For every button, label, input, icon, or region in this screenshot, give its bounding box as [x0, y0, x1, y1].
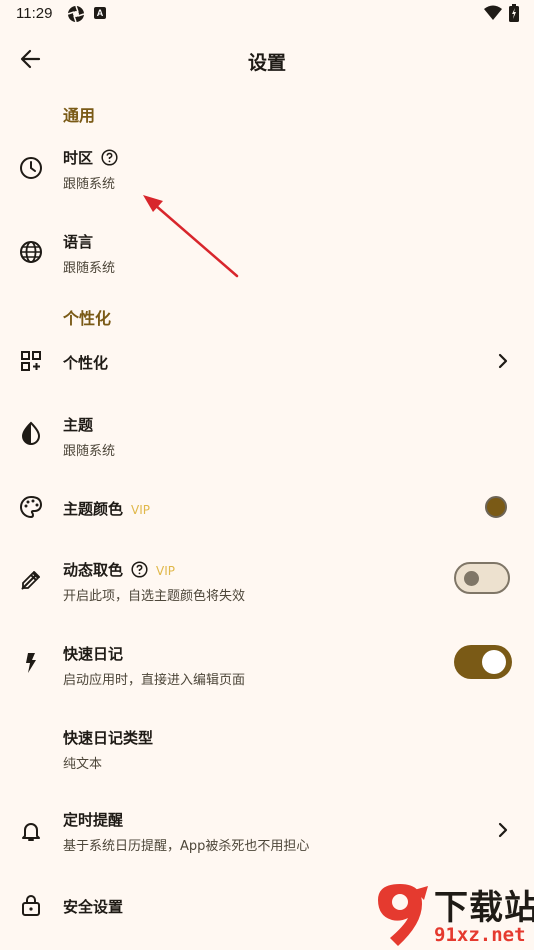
- settings-row-timezone[interactable]: 时区 跟随系统: [0, 140, 534, 198]
- quick-diary-toggle[interactable]: [454, 645, 512, 679]
- contrast-drop-icon: [19, 421, 43, 445]
- section-header-personalize: 个性化: [63, 309, 112, 328]
- row-subtitle-timezone: 跟随系统: [63, 177, 116, 192]
- watermark-text: 下载站: [434, 888, 534, 928]
- settings-row-quick-diary[interactable]: 快速日记 启动应用时，直接进入编辑页面: [0, 636, 534, 694]
- toggle-knob: [482, 650, 506, 674]
- row-title-quick-diary-type: 快速日记类型: [63, 729, 154, 747]
- palette-icon: [19, 495, 43, 519]
- chevron-right-icon: [496, 821, 510, 839]
- row-title-reminder: 定时提醒: [63, 811, 124, 829]
- settings-row-theme-color[interactable]: 主题颜色 VIP: [0, 486, 534, 530]
- watermark: 下载站 91xz.net: [370, 880, 534, 950]
- row-subtitle-reminder: 基于系统日历提醒，App被杀死也不用担心: [63, 839, 310, 854]
- widgets-icon: [19, 349, 43, 373]
- flash-icon: [19, 651, 43, 675]
- settings-row-dynamic-color[interactable]: 动态取色 VIP 开启此项，自选主题颜色将失效: [0, 552, 534, 610]
- aperture-icon: [67, 5, 85, 27]
- row-title-security: 安全设置: [63, 898, 124, 916]
- app-bar: 设置: [0, 36, 534, 82]
- vip-badge: VIP: [131, 503, 150, 517]
- row-subtitle-quick-diary-type: 纯文本: [63, 757, 103, 772]
- globe-icon: [19, 240, 43, 264]
- a-badge-icon: A: [94, 7, 106, 19]
- watermark-logo-icon: [378, 884, 428, 946]
- row-title-timezone: 时区: [63, 147, 118, 170]
- watermark-url: 91xz.net: [434, 924, 526, 946]
- theme-color-swatch[interactable]: [485, 496, 507, 518]
- status-bar: 11:29 A: [0, 0, 534, 28]
- row-subtitle-theme: 跟随系统: [63, 444, 116, 459]
- row-title-personalize: 个性化: [63, 354, 109, 372]
- row-subtitle-language: 跟随系统: [63, 261, 116, 276]
- row-subtitle-quick-diary: 启动应用时，直接进入编辑页面: [63, 673, 246, 688]
- help-icon[interactable]: [131, 561, 148, 582]
- settings-row-theme[interactable]: 主题 跟随系统: [0, 408, 534, 466]
- settings-row-personalize[interactable]: 个性化: [0, 338, 534, 386]
- wifi-icon: [484, 5, 502, 25]
- dynamic-color-toggle[interactable]: [454, 562, 510, 594]
- settings-row-quick-diary-type[interactable]: 快速日记类型 纯文本: [0, 720, 534, 778]
- battery-charging-icon: [509, 4, 519, 26]
- section-header-general: 通用: [63, 106, 96, 125]
- row-title-theme-color: 主题颜色 VIP: [63, 500, 150, 518]
- row-subtitle-dynamic-color: 开启此项，自选主题颜色将失效: [63, 589, 246, 604]
- clock-icon: [19, 156, 43, 180]
- toggle-knob: [464, 571, 479, 586]
- row-title-quick-diary: 快速日记: [63, 645, 124, 663]
- row-title-language: 语言: [63, 233, 94, 251]
- help-icon[interactable]: [101, 149, 118, 170]
- row-title-dynamic-color: 动态取色 VIP: [63, 559, 175, 582]
- settings-row-reminder[interactable]: 定时提醒 基于系统日历提醒，App被杀死也不用担心: [0, 803, 534, 861]
- chevron-right-icon: [496, 352, 510, 370]
- row-title-theme: 主题: [63, 416, 94, 434]
- page-title: 设置: [247, 52, 286, 74]
- vip-badge: VIP: [156, 564, 175, 578]
- settings-row-language[interactable]: 语言 跟随系统: [0, 224, 534, 282]
- lock-icon: [19, 893, 43, 917]
- eyedropper-icon: [19, 568, 43, 592]
- bell-icon: [19, 819, 43, 843]
- status-time: 11:29: [16, 5, 53, 22]
